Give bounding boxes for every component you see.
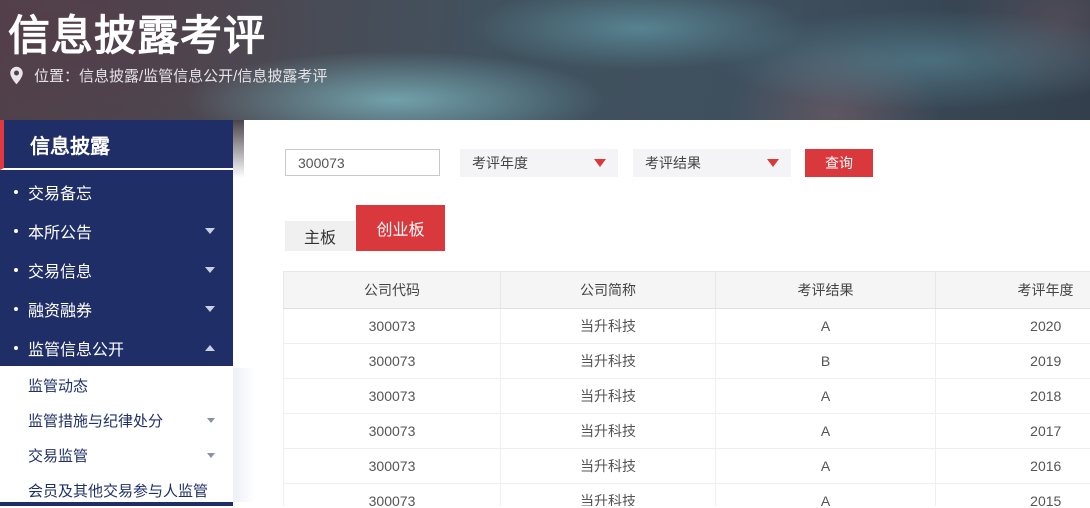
table-cell: 2015 [936,484,1090,507]
sidebar-item-label: 融资融券 [28,297,205,321]
dropdown-arrow-icon [594,159,606,167]
table-column-header: 考评结果 [716,272,936,309]
stock-code-input[interactable] [285,149,440,176]
sidebar-header: 信息披露 [0,120,233,170]
chevron-down-icon [205,228,215,234]
breadcrumb: 位置：信息披露/监管信息公开/信息披露考评 [9,64,327,86]
table-column-header: 公司简称 [501,272,716,309]
table-cell: A [716,484,936,507]
bullet-icon [14,346,18,350]
bullet-icon [14,190,18,194]
result-filter-label: 考评结果 [645,153,701,173]
sidebar-subitem-label: 监管动态 [28,375,205,396]
result-filter-dropdown[interactable]: 考评结果 [633,149,791,177]
table-row: 300073当升科技B2019 [284,344,1090,379]
sidebar-subitem[interactable]: 交易监管 [0,438,233,473]
sidebar-right-band [233,368,255,502]
table-row: 300073当升科技A2020 [284,309,1090,344]
table-cell: 300073 [284,484,501,507]
sidebar-next-section-edge [0,502,233,506]
bullet-icon [14,307,18,311]
tab-label: 创业板 [376,216,424,240]
chevron-down-icon [205,306,215,312]
search-button[interactable]: 查询 [805,149,873,177]
sidebar-item-label: 交易信息 [28,258,205,282]
evaluation-table: 公司代码公司简称考评结果考评年度 300073当升科技A2020300073当升… [283,271,1090,506]
tab-inactive[interactable]: 主板 [285,221,355,251]
table-cell: A [716,309,936,344]
bullet-icon [14,229,18,233]
bullet-icon [14,268,18,272]
sidebar: 信息披露 交易备忘 本所公告 交易信息 融资融券 监管信息公开 监管动态 监管措… [0,120,233,508]
sidebar-item[interactable]: 交易信息 [0,250,233,289]
table-cell: 300073 [284,414,501,449]
evaluation-table-wrap: 公司代码公司简称考评结果考评年度 300073当升科技A2020300073当升… [283,271,1090,506]
table-cell: 当升科技 [501,484,716,507]
chevron-up-icon [205,345,215,351]
year-filter-label: 考评年度 [472,153,528,173]
sidebar-subitem[interactable]: 监管措施与纪律处分 [0,403,233,438]
table-cell: 300073 [284,309,501,344]
hero-fade-strip [233,120,244,178]
table-cell: A [716,379,936,414]
breadcrumb-text: 位置：信息披露/监管信息公开/信息披露考评 [34,65,327,86]
table-row: 300073当升科技A2016 [284,449,1090,484]
table-cell: 当升科技 [501,379,716,414]
sidebar-item[interactable]: 交易备忘 [0,172,233,211]
table-cell: 300073 [284,379,501,414]
table-cell: 当升科技 [501,449,716,484]
dropdown-arrow-icon [767,159,779,167]
table-cell: A [716,414,936,449]
year-filter-dropdown[interactable]: 考评年度 [460,149,618,177]
table-body: 300073当升科技A2020300073当升科技B2019300073当升科技… [284,309,1090,507]
sidebar-item-label: 交易备忘 [28,180,205,204]
sidebar-subitem[interactable]: 监管动态 [0,368,233,403]
table-cell: A [716,449,936,484]
sidebar-subitem-label: 交易监管 [28,445,207,466]
sidebar-item-label: 本所公告 [28,219,205,243]
sidebar-item-label: 监管信息公开 [28,336,205,360]
table-cell: 当升科技 [501,414,716,449]
tab-active[interactable]: 创业板 [356,205,445,251]
table-cell: 300073 [284,344,501,379]
table-column-header: 考评年度 [936,272,1090,309]
table-cell: 2019 [936,344,1090,379]
table-cell: 当升科技 [501,309,716,344]
table-cell: 2017 [936,414,1090,449]
location-pin-icon [9,66,24,85]
sidebar-subitem-label: 会员及其他交易参与人监管 [28,480,208,501]
table-row: 300073当升科技A2018 [284,379,1090,414]
table-row: 300073当升科技A2017 [284,414,1090,449]
table-row: 300073当升科技A2015 [284,484,1090,507]
sidebar-submenu: 监管动态 监管措施与纪律处分 交易监管 会员及其他交易参与人监管 [0,366,233,508]
sidebar-menu: 交易备忘 本所公告 交易信息 融资融券 监管信息公开 [0,170,233,366]
table-cell: B [716,344,936,379]
table-cell: 2020 [936,309,1090,344]
table-cell: 2016 [936,449,1090,484]
tab-label: 主板 [304,224,336,248]
sidebar-item[interactable]: 融资融券 [0,289,233,328]
table-cell: 当升科技 [501,344,716,379]
hero-banner: 信息披露考评 位置：信息披露/监管信息公开/信息披露考评 [0,0,1090,120]
chevron-down-icon [207,418,215,423]
table-cell: 2018 [936,379,1090,414]
table-column-header: 公司代码 [284,272,501,309]
chevron-down-icon [205,267,215,273]
table-cell: 300073 [284,449,501,484]
sidebar-item[interactable]: 本所公告 [0,211,233,250]
chevron-down-icon [207,453,215,458]
sidebar-subitem-label: 监管措施与纪律处分 [28,410,207,431]
table-header-row: 公司代码公司简称考评结果考评年度 [284,272,1090,309]
page-title: 信息披露考评 [8,2,266,63]
sidebar-item[interactable]: 监管信息公开 [0,328,233,367]
